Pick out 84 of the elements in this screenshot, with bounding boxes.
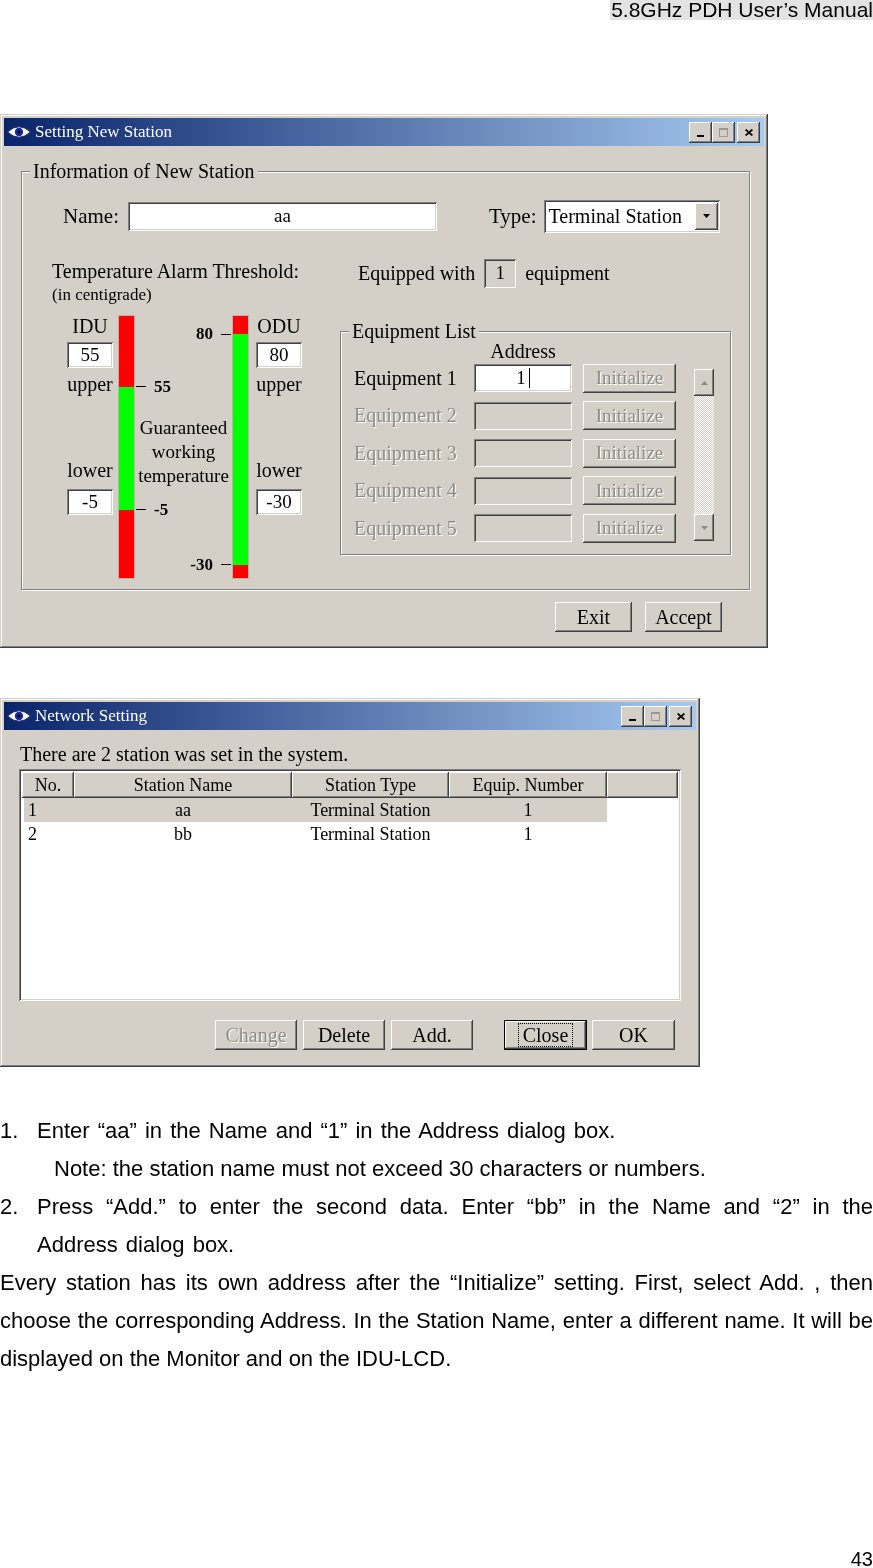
table-cell-text: 1 [522, 823, 534, 845]
table-cell-text: 1 [522, 799, 534, 821]
table-cell-text: bb [173, 823, 193, 845]
equipment-label: Equipment 3 [354, 441, 457, 465]
close-icon [744, 128, 753, 136]
field-label: equipment [525, 261, 610, 285]
field-label: Type: [489, 203, 537, 229]
tick-label: -30 [190, 554, 213, 575]
window-title: Setting New Station [35, 122, 172, 142]
threshold-field[interactable]: 55 [67, 342, 113, 368]
minimize-icon [697, 134, 704, 137]
column-header[interactable]: Station Type [292, 772, 449, 798]
dialog-button[interactable]: OK [592, 1020, 675, 1050]
equipment-label: Equipment 2 [354, 404, 457, 427]
section-label: Temperature Alarm Threshold: [52, 259, 300, 284]
dialog-button[interactable]: Delete [303, 1020, 385, 1050]
body-paragraph: Every station has its own address after the “Initialize” setting. First, select Add. , then choose the corresponding Address. In the Station Name, enter a different name. It will be displayed on the Monitor and on the IDU-LCD. [0, 1269, 873, 1373]
text-cursor-icon [528, 368, 530, 388]
eye-icon [7, 709, 31, 723]
tick-mark [221, 564, 231, 566]
tick-label: 80 [196, 324, 213, 345]
column-label: Address [490, 342, 556, 360]
eye-icon [7, 125, 31, 139]
scroll-down-button[interactable] [694, 514, 714, 541]
threshold-label: upper [256, 373, 302, 395]
maximize-icon [719, 127, 728, 137]
column-header[interactable]: No. [22, 772, 74, 798]
minimize-icon [629, 718, 636, 721]
threshold-label: upper [67, 373, 113, 395]
close-icon [676, 712, 685, 720]
dialog-button[interactable]: Add. [391, 1020, 473, 1050]
column-header[interactable]: Equip. Number [449, 772, 607, 798]
equipment-label: Equipment 5 [354, 516, 457, 540]
threshold-label: lower [67, 459, 113, 481]
type-dropdown[interactable]: Terminal Station [543, 199, 720, 233]
scroll-up-button[interactable] [694, 369, 714, 396]
window-title: Network Setting [35, 706, 147, 726]
tick-mark [136, 386, 146, 388]
list-number: 2. [0, 1193, 20, 1221]
minimize-button[interactable] [689, 121, 712, 143]
note-text: Note: the station name must not exceed 30 characters or numbers. [54, 1155, 706, 1183]
threshold-field[interactable]: 80 [256, 342, 302, 368]
table-cell-text: 2 [27, 823, 38, 845]
dialog-button[interactable]: Accept [645, 602, 722, 632]
dialog-button[interactable]: Exit [555, 602, 632, 632]
field-label: Name: [63, 203, 119, 229]
equipment-label: Equipment 4 [354, 479, 457, 502]
instruction-text: Enter “aa” in the Name and “1” in the Address dialog box. [37, 1117, 617, 1145]
page-number: 43 [850, 1550, 873, 1568]
tick-label: 55 [154, 376, 171, 397]
down-arrow-icon [700, 525, 708, 530]
tick-mark [136, 509, 146, 511]
table-row[interactable]: 2 bb Terminal Station 1 [24, 822, 607, 846]
message-text: There are 2 station was set in the system. [20, 743, 349, 765]
minimize-button[interactable] [621, 705, 644, 727]
table-cell-text: Terminal Station [309, 823, 432, 845]
maximize-icon [651, 711, 660, 721]
running-header: 5.8GHz PDH User’s Manual [610, 0, 873, 20]
close-button[interactable] [669, 705, 692, 727]
name-field[interactable]: aa [128, 201, 437, 231]
table-cell-text: 1 [27, 799, 38, 821]
gauge-title: IDU [72, 315, 108, 337]
table-cell-text: aa [174, 799, 192, 821]
table-cell-text: Terminal Station [309, 799, 432, 821]
gauge-title: ODU [257, 315, 301, 337]
field-label: Equipped with [358, 261, 476, 285]
dialog-button[interactable]: Close [504, 1020, 587, 1050]
unit-note: (in centigrade) [52, 284, 152, 306]
tick-mark [221, 333, 231, 335]
close-button[interactable] [737, 121, 760, 143]
list-number: 1. [0, 1117, 20, 1145]
address-field[interactable]: 1 [474, 364, 572, 392]
column-header[interactable]: Station Name [74, 772, 292, 798]
threshold-field[interactable]: -5 [67, 489, 113, 515]
equipment-label: Equipment 1 [354, 366, 457, 390]
band-label: Guaranteed working temperature [137, 416, 230, 488]
tick-label: -5 [154, 499, 169, 520]
instruction-text: Press “Add.” to enter the second data. Enter “bb” in the Name and “2” in the Address dialog box. [37, 1193, 873, 1259]
table-row[interactable]: 1 aa Terminal Station 1 [24, 798, 607, 822]
threshold-label: lower [256, 459, 302, 481]
threshold-field[interactable]: -30 [256, 489, 302, 515]
dropdown-button[interactable] [694, 202, 718, 230]
caret-icon [702, 214, 710, 218]
up-arrow-icon [700, 380, 708, 385]
